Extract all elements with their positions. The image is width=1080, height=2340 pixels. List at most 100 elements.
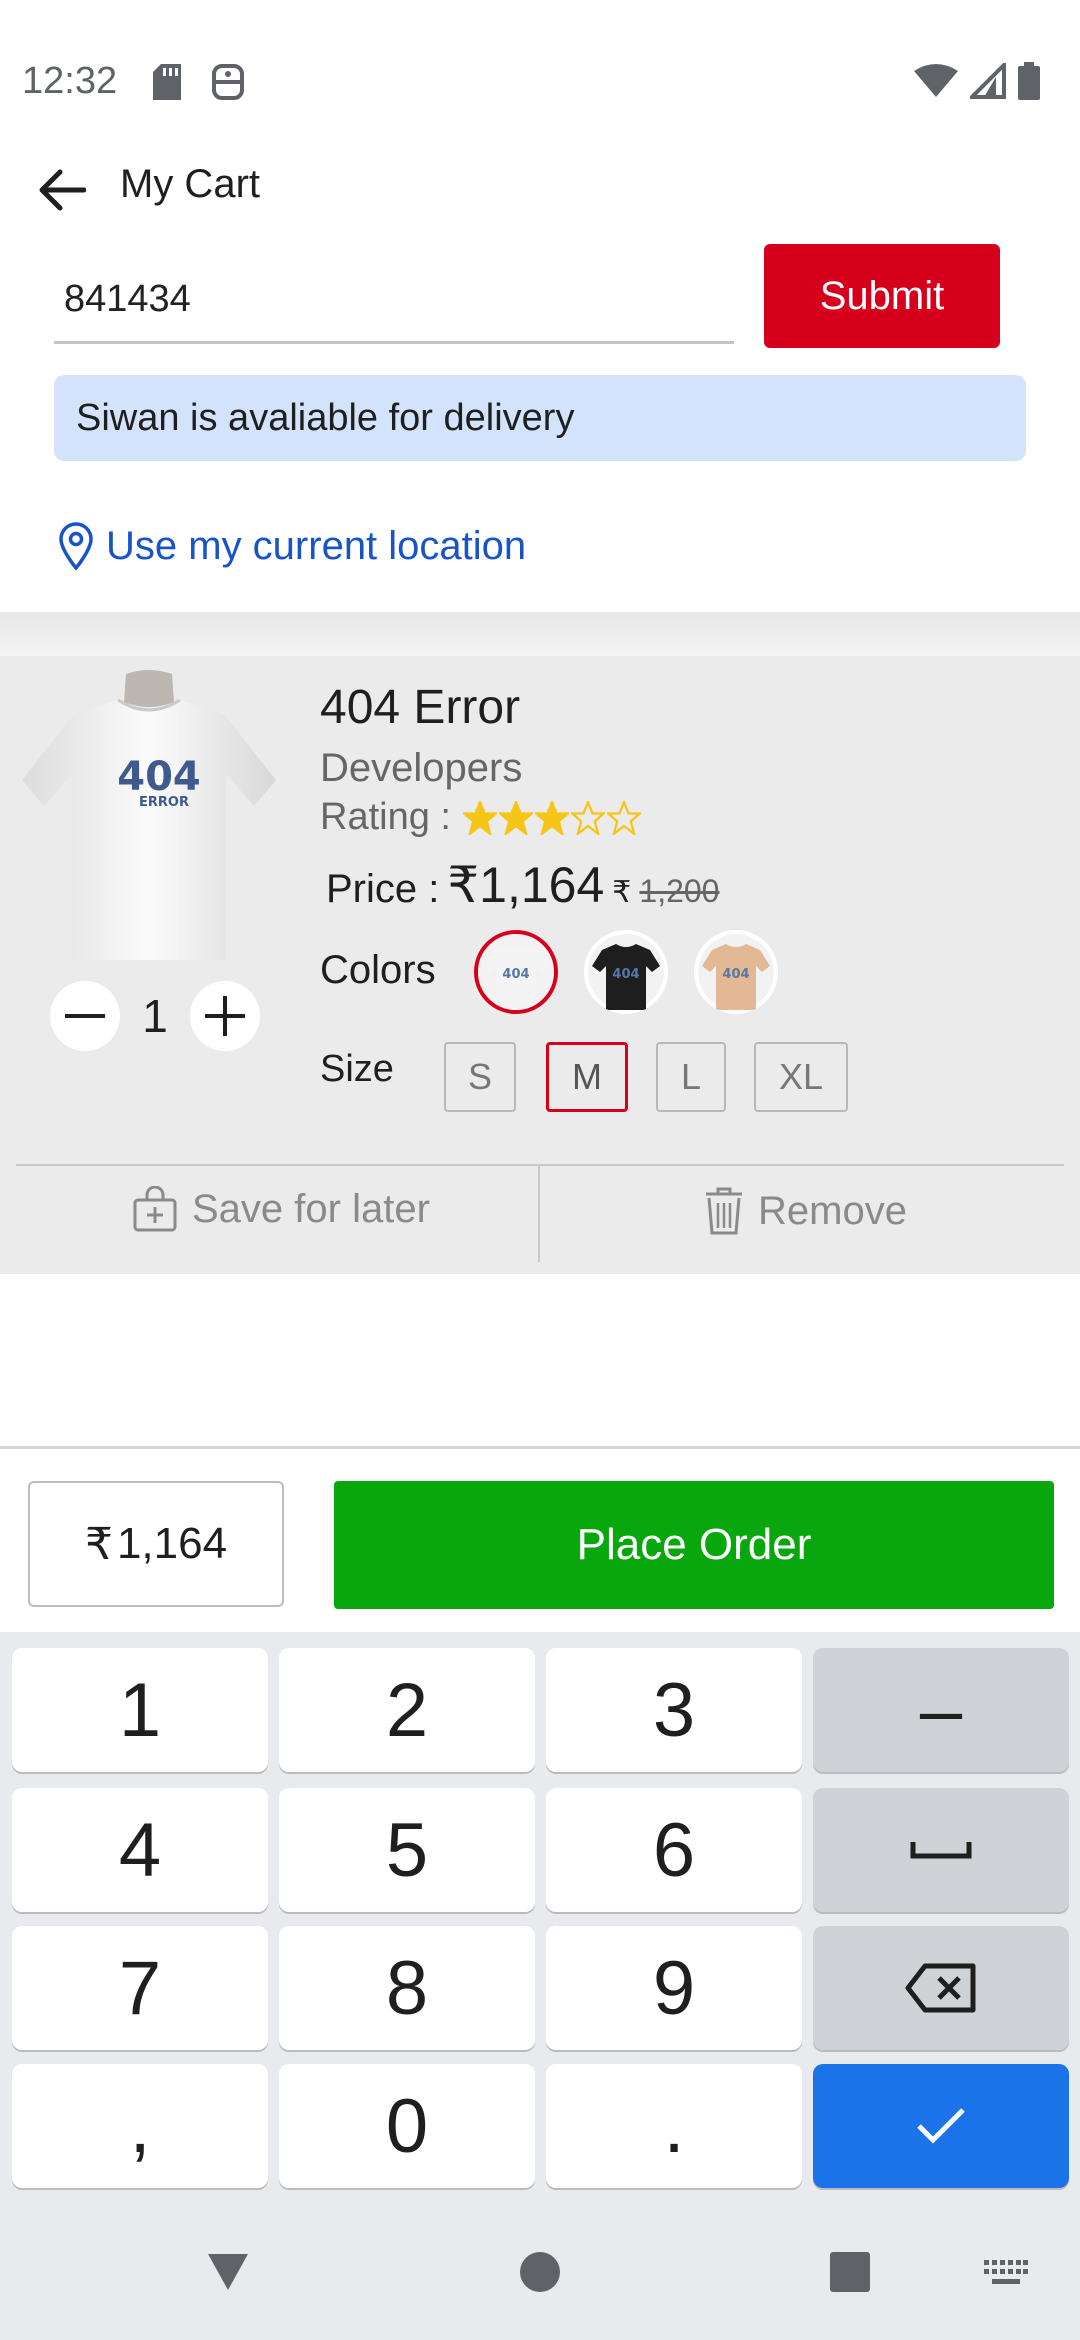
key-7[interactable]: 7 [12, 1926, 268, 2050]
tshirt-white-thumbnail: 404 [478, 934, 554, 1010]
key-8[interactable]: 8 [279, 1926, 535, 2050]
status-bar: 12:32 [0, 0, 1080, 160]
app-bar: My Cart [0, 150, 1080, 230]
sd-card-icon [153, 64, 181, 100]
use-current-location-label: Use my current location [106, 523, 527, 568]
star-empty-icon [606, 800, 641, 835]
key-label: – [919, 1667, 963, 1753]
use-current-location-link[interactable]: Use my current location [58, 522, 526, 570]
key-minus[interactable]: – [813, 1648, 1069, 1772]
backspace-icon [905, 1963, 976, 2013]
action-divider [538, 1166, 540, 1262]
key-6[interactable]: 6 [546, 1788, 802, 1912]
delivery-status-text: Siwan is avaliable for delivery [76, 396, 575, 439]
key-label: 2 [385, 1667, 429, 1753]
remove-button[interactable]: Remove [704, 1186, 907, 1236]
price-label: Price : [326, 867, 440, 911]
product-rating: Rating : [320, 796, 641, 839]
size-option-l[interactable]: L [656, 1042, 726, 1112]
key-1[interactable]: 1 [12, 1648, 268, 1772]
size-option-m[interactable]: M [546, 1042, 628, 1112]
key-label: 7 [118, 1945, 162, 2031]
key-label: 4 [118, 1807, 162, 1893]
key-label: 5 [385, 1807, 429, 1893]
star-filled-icon [462, 800, 497, 835]
remove-label: Remove [758, 1188, 907, 1233]
key-label: 0 [385, 2083, 429, 2169]
key-label: 8 [385, 1945, 429, 2031]
bag-add-icon [133, 1186, 177, 1232]
key-period[interactable]: . [546, 2064, 802, 2188]
product-image-code: 404 [117, 754, 201, 800]
total-currency: ₹ [84, 1519, 113, 1569]
price-original: 1,200 [639, 873, 720, 909]
plus-icon [205, 996, 245, 1036]
save-for-later-label: Save for later [192, 1186, 430, 1231]
key-comma[interactable]: , [12, 2064, 268, 2188]
price-current: ₹1,164 [447, 856, 604, 914]
key-5[interactable]: 5 [279, 1788, 535, 1912]
navigation-bar [0, 2200, 1080, 2340]
key-label: . [663, 2083, 685, 2169]
size-option-xl[interactable]: XL [754, 1042, 848, 1112]
quantity-stepper: 1 [50, 976, 260, 1056]
save-for-later-button[interactable]: Save for later [132, 1186, 430, 1232]
tshirt-black-thumbnail: 404 [588, 934, 664, 1010]
arrow-left-icon [39, 169, 86, 211]
delivery-status-message: Siwan is avaliable for delivery [54, 375, 1026, 461]
accessibility-icon [212, 64, 244, 100]
swatch-white-code: 404 [502, 967, 529, 982]
key-3[interactable]: 3 [546, 1648, 802, 1772]
rupee-symbol: ₹ [447, 857, 480, 913]
star-filled-icon [498, 800, 533, 835]
status-time: 12:32 [22, 60, 118, 102]
item-divider [16, 1164, 1064, 1166]
section-separator [0, 612, 1080, 658]
star-empty-icon [570, 800, 605, 835]
swatch-beige-code: 404 [722, 967, 749, 982]
order-total: ₹ 1,164 [28, 1481, 284, 1607]
key-label: , [129, 2083, 151, 2169]
increase-quantity-button[interactable] [190, 981, 260, 1051]
product-image: 404 ERROR [22, 670, 276, 960]
product-brand: Developers [320, 746, 523, 790]
key-4[interactable]: 4 [12, 1788, 268, 1912]
rupee-symbol-small: ₹ [612, 876, 632, 909]
key-0[interactable]: 0 [279, 2064, 535, 2188]
total-value: 1,164 [116, 1519, 228, 1568]
decrease-quantity-button[interactable] [50, 981, 120, 1051]
nav-back-icon[interactable] [206, 2252, 250, 2292]
size-option-s[interactable]: S [444, 1042, 516, 1112]
tshirt-beige-thumbnail: 404 [698, 934, 774, 1010]
back-button[interactable] [32, 160, 92, 220]
place-order-button[interactable]: Place Order [334, 1481, 1054, 1609]
wifi-icon [914, 64, 958, 97]
key-space[interactable] [813, 1788, 1069, 1912]
submit-button[interactable]: Submit [764, 244, 1000, 348]
signal-icon [970, 63, 1006, 99]
minus-icon [65, 1014, 105, 1018]
status-icons [914, 62, 1040, 100]
color-swatch-black[interactable]: 404 [584, 930, 668, 1014]
color-swatch-beige[interactable]: 404 [694, 930, 778, 1014]
size-label: Size [320, 1048, 394, 1090]
key-done[interactable] [813, 2064, 1069, 2188]
key-backspace[interactable] [813, 1926, 1069, 2050]
keyboard-switch-icon[interactable] [984, 2260, 1028, 2286]
nav-recents-icon[interactable] [830, 2252, 870, 2292]
quantity-value: 1 [142, 990, 168, 1042]
color-swatch-white[interactable]: 404 [474, 930, 558, 1014]
product-image-word: ERROR [139, 795, 189, 810]
star-filled-icon [534, 800, 569, 835]
pincode-input[interactable] [54, 258, 734, 344]
rating-label: Rating : [320, 796, 451, 838]
key-9[interactable]: 9 [546, 1926, 802, 2050]
battery-icon [1018, 62, 1040, 100]
colors-label: Colors [320, 948, 436, 992]
rating-stars [462, 800, 641, 835]
checkout-bar: ₹ 1,164 Place Order [0, 1446, 1080, 1632]
price-value: 1,164 [479, 857, 605, 913]
space-icon [910, 1842, 972, 1859]
key-2[interactable]: 2 [279, 1648, 535, 1772]
nav-home-icon[interactable] [520, 2252, 560, 2292]
